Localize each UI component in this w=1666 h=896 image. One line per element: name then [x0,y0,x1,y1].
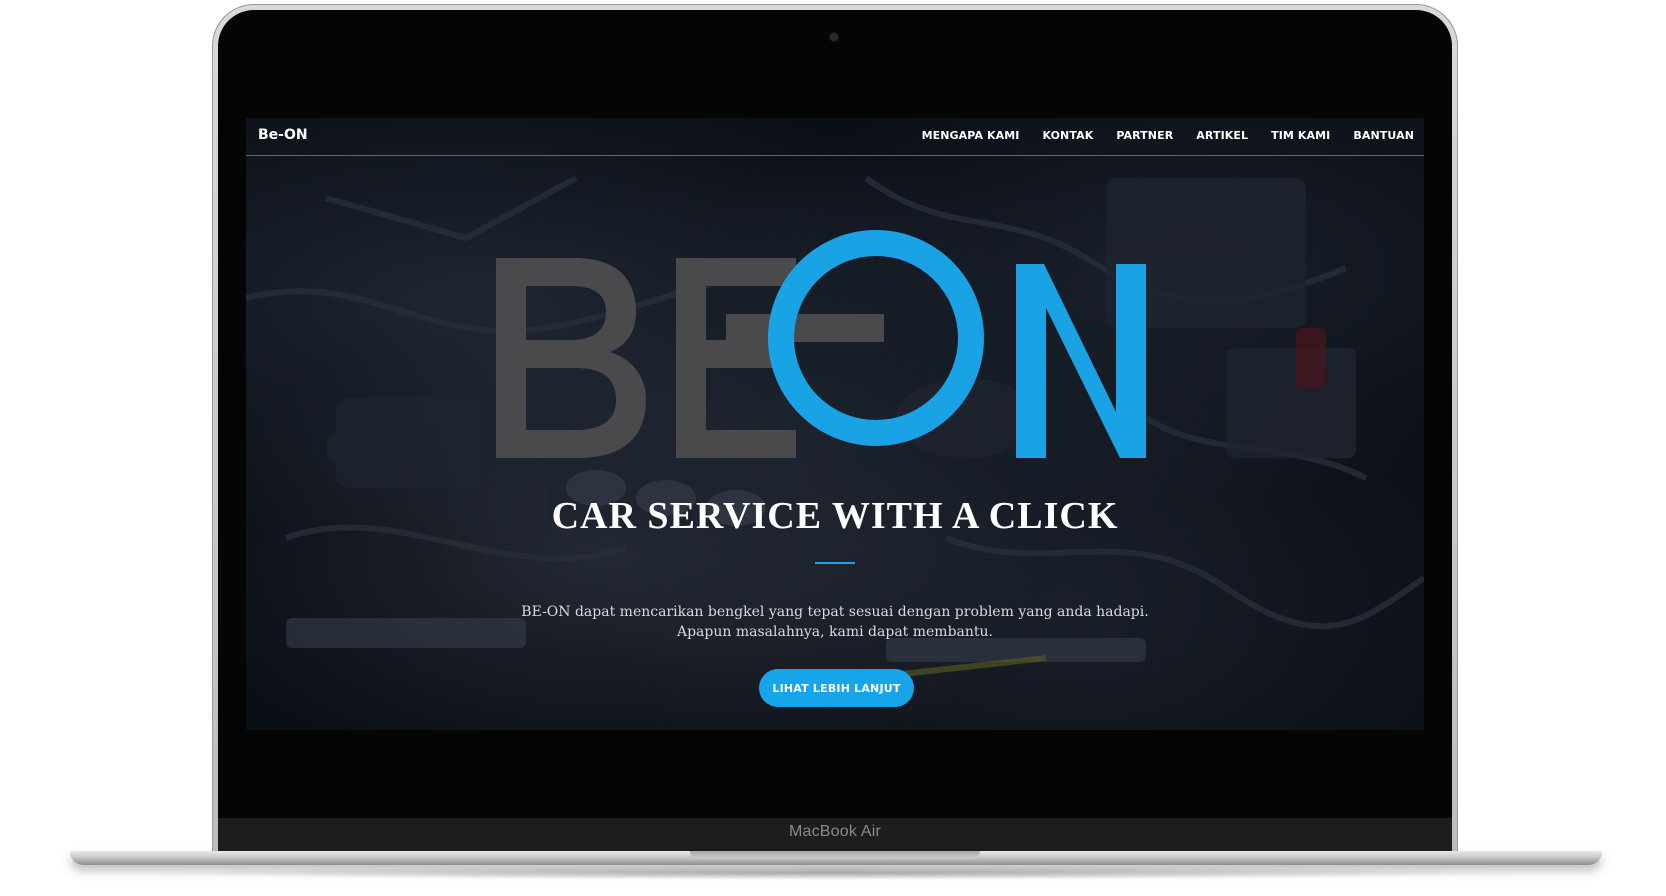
nav-link-mengapa-kami[interactable]: MENGAPA KAMI [922,129,1020,142]
hero-description-line-1: BE-ON dapat mencarikan bengkel yang tepa… [521,604,1149,620]
hero-description-line-2: Apapun masalahnya, kami dapat membantu. [676,624,993,640]
camera-icon [830,33,838,41]
navbar-divider [246,155,1424,156]
nav-link-kontak[interactable]: KONTAK [1042,129,1093,142]
nav-menu: MENGAPA KAMI KONTAK PARTNER ARTIKEL TIM … [922,129,1414,142]
top-navbar: Be-ON MENGAPA KAMI KONTAK PARTNER ARTIKE… [246,118,1424,156]
learn-more-button[interactable]: LIHAT LEBIH LANJUT [759,669,914,707]
device-mockup: Be-ON MENGAPA KAMI KONTAK PARTNER ARTIKE… [0,0,1666,896]
laptop-opening-notch [690,851,980,859]
headline-divider [815,562,855,564]
nav-link-tim-kami[interactable]: TIM KAMI [1271,129,1330,142]
nav-link-bantuan[interactable]: BANTUAN [1353,129,1414,142]
hero-headline: CAR SERVICE WITH A CLICK [551,495,1119,537]
nav-link-partner[interactable]: PARTNER [1116,129,1173,142]
website-screen: Be-ON MENGAPA KAMI KONTAK PARTNER ARTIKE… [246,118,1424,730]
beon-logo [496,230,1146,458]
hero-description: BE-ON dapat mencarikan bengkel yang tepa… [246,602,1424,642]
nav-link-artikel[interactable]: ARTIKEL [1196,129,1248,142]
device-model-label: MacBook Air [788,823,881,840]
navbar-brand[interactable]: Be-ON [258,127,308,143]
laptop-shadow [150,866,1520,880]
